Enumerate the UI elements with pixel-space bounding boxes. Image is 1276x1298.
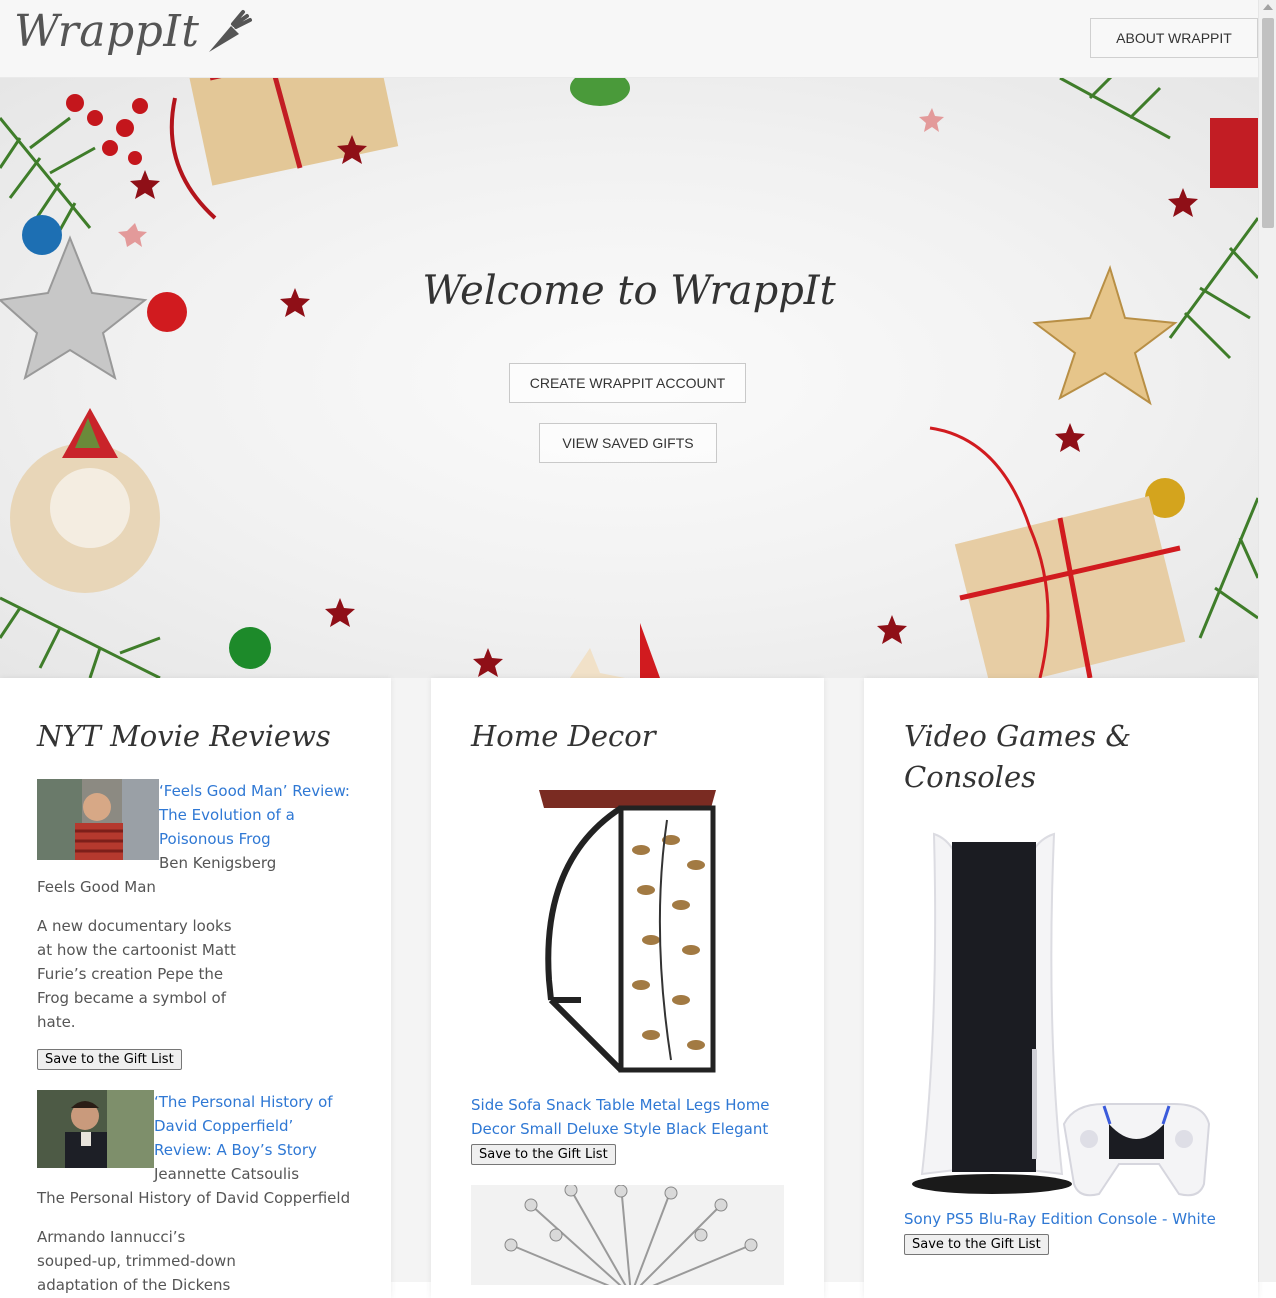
- save-gift-button[interactable]: Save to the Gift List: [904, 1234, 1049, 1255]
- movie-headline-link[interactable]: ‘Feels Good Man’ Review: The Evolution o…: [159, 779, 359, 851]
- product-image: [904, 824, 1217, 1199]
- save-gift-button[interactable]: Save to the Gift List: [471, 1144, 616, 1165]
- top-nav: WrappIt ABOUT WRAPPIT: [0, 0, 1258, 78]
- movie-thumbnail: [37, 779, 159, 860]
- hero-title: Welcome to WrappIt: [422, 268, 836, 314]
- product-image: [471, 1185, 784, 1285]
- card-title: NYT Movie Reviews: [37, 719, 331, 753]
- scroll-up-arrow-icon[interactable]: [1263, 4, 1273, 10]
- movie-byline: Jeannette Catsoulis: [154, 1165, 300, 1183]
- save-gift-button[interactable]: Save to the Gift List: [37, 1049, 182, 1070]
- page-scrollbar[interactable]: [1258, 0, 1276, 1282]
- movie-film-title: Feels Good Man: [37, 878, 156, 896]
- product-link[interactable]: Sony PS5 Blu-Ray Edition Console - White: [904, 1207, 1234, 1231]
- carrot-logo-icon: [209, 9, 253, 52]
- view-saved-gifts-button[interactable]: VIEW SAVED GIFTS: [539, 423, 717, 463]
- hero-banner: Welcome to WrappIt CREATE WRAPPIT ACCOUN…: [0, 78, 1258, 678]
- movie-summary: Armando Iannucci’s souped-up, trimmed-do…: [37, 1228, 236, 1294]
- product-link[interactable]: Side Sofa Snack Table Metal Legs Home De…: [471, 1093, 771, 1141]
- scrollbar-thumb[interactable]: [1262, 18, 1274, 228]
- movie-film-title: The Personal History of David Copperfiel…: [37, 1189, 351, 1207]
- home-decor-card: Home Decor Side Sofa Snack Table Metal L…: [431, 678, 824, 1298]
- movie-reviews-card: NYT Movie Reviews ‘Feels Good Man’ Revie…: [0, 678, 391, 1298]
- movie-summary: A new documentary looks at how the carto…: [37, 917, 236, 1031]
- movie-thumbnail: [37, 1090, 154, 1168]
- logo[interactable]: WrappIt: [14, 6, 253, 57]
- about-button[interactable]: ABOUT WRAPPIT: [1090, 18, 1258, 58]
- card-title: Home Decor: [471, 719, 656, 753]
- card-title: Video Games & Consoles: [904, 719, 1132, 794]
- movie-headline-link[interactable]: ‘The Personal History of David Copperfie…: [154, 1090, 354, 1162]
- logo-text: WrappIt: [14, 6, 200, 57]
- product-image: [471, 780, 784, 1093]
- create-account-button[interactable]: CREATE WRAPPIT ACCOUNT: [509, 363, 746, 403]
- video-games-card: Video Games & Consoles Sony PS5 Blu-Ray …: [864, 678, 1258, 1298]
- movie-byline: Ben Kenigsberg: [159, 854, 277, 872]
